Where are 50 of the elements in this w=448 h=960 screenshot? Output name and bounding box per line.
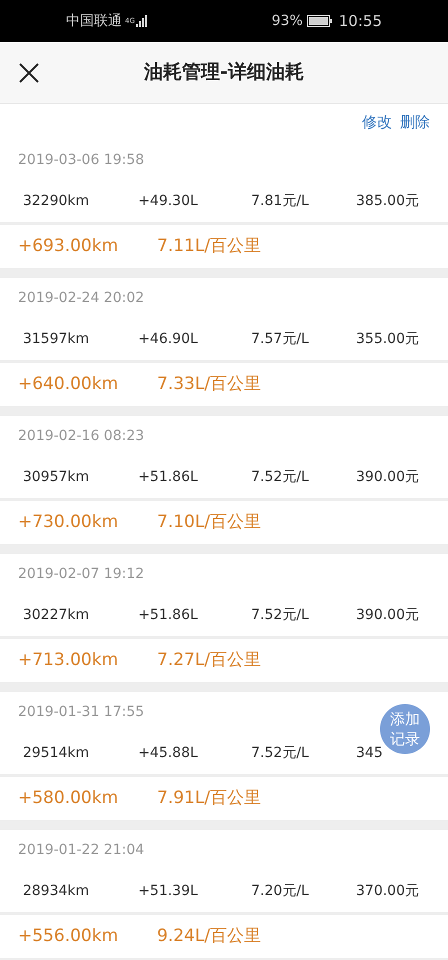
fuel-amount: +51.86L — [137, 606, 199, 624]
fuel-price: 7.52元/L — [250, 468, 310, 486]
odometer-value: 28934km — [22, 882, 90, 900]
fuel-price: 7.52元/L — [250, 744, 310, 762]
consumption-value: 7.33L/百公里 — [157, 372, 262, 396]
battery-percent: 93% — [272, 12, 303, 30]
odometer-value: 31597km — [22, 330, 90, 348]
fuel-amount: +46.90L — [137, 330, 199, 348]
record-date: 2019-03-06 19:58 — [18, 150, 144, 170]
distance-value: +580.00km — [18, 786, 120, 810]
record-date: 2019-02-07 19:12 — [18, 564, 144, 584]
odometer-value: 30227km — [22, 606, 90, 624]
consumption-value: 9.24L/百公里 — [157, 924, 262, 948]
fuel-amount: +49.30L — [137, 192, 199, 210]
signal-icon — [136, 15, 148, 27]
carrier-name: 中国联通 — [66, 12, 122, 30]
fuel-amount: +45.88L — [137, 744, 199, 762]
fuel-price: 7.52元/L — [250, 606, 310, 624]
page-title: 油耗管理-详细油耗 — [144, 60, 304, 86]
odometer-value: 29514km — [22, 744, 90, 762]
fuel-price: 7.81元/L — [250, 192, 310, 210]
distance-value: +640.00km — [18, 372, 120, 396]
distance-value: +713.00km — [18, 648, 120, 672]
distance-value: +556.00km — [18, 924, 120, 948]
fuel-cost: 385.00元 — [355, 192, 420, 210]
fuel-price: 7.20元/L — [250, 882, 310, 900]
fuel-cost: 355.00元 — [355, 330, 420, 348]
fuel-cost: 370.00元 — [355, 882, 420, 900]
fuel-cost: 390.00元 — [355, 468, 420, 486]
distance-value: +730.00km — [18, 510, 120, 534]
fuel-amount: +51.86L — [137, 468, 199, 486]
clock-time: 10:55 — [338, 10, 382, 32]
consumption-value: 7.91L/百公里 — [157, 786, 262, 810]
record-date: 2019-01-31 17:55 — [18, 702, 144, 722]
consumption-value: 7.10L/百公里 — [157, 510, 262, 534]
fuel-amount: +51.39L — [137, 882, 199, 900]
odometer-value: 32290km — [22, 192, 90, 210]
consumption-value: 7.27L/百公里 — [157, 648, 262, 672]
odometer-value: 30957km — [22, 468, 90, 486]
record-date: 2019-02-24 20:02 — [18, 288, 144, 308]
battery-icon — [306, 15, 333, 27]
record-date: 2019-01-22 21:04 — [18, 840, 144, 860]
action-link[interactable]: 删除 — [400, 110, 430, 134]
fuel-cost: 390.00元 — [355, 606, 420, 624]
close-icon[interactable] — [19, 63, 39, 83]
fuel-price: 7.57元/L — [250, 330, 310, 348]
consumption-value: 7.11L/百公里 — [157, 234, 262, 258]
record-date: 2019-02-16 08:23 — [18, 426, 144, 446]
distance-value: +693.00km — [18, 234, 120, 258]
action-link[interactable]: 修改 — [362, 110, 392, 134]
